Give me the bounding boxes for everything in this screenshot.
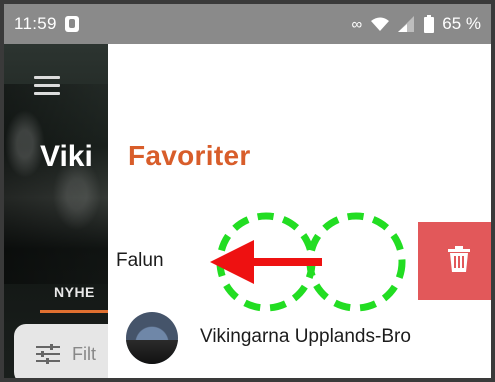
tab-news[interactable]: NYHE	[54, 284, 95, 300]
favorites-drawer: Favoriter Falun Vikingarna Upplands-Bro	[108, 44, 491, 378]
delete-button[interactable]	[418, 222, 491, 300]
battery-icon	[424, 15, 435, 33]
club-avatar	[126, 312, 178, 364]
favorite-item-vikingarna[interactable]: Vikingarna Upplands-Bro	[108, 304, 491, 374]
filter-label: Filt	[72, 344, 96, 364]
battery-percentage: 65 %	[442, 14, 481, 33]
favorite-item-falun[interactable]: Falun	[108, 222, 491, 302]
tab-indicator	[40, 310, 108, 313]
signal-icon	[398, 16, 416, 32]
favorite-label: Vikingarna Upplands-Bro	[200, 326, 411, 347]
status-bar: 11:59 ∞ 65 %	[4, 4, 491, 44]
link-icon: ∞	[351, 15, 363, 33]
favorite-label: Falun	[116, 250, 164, 271]
trash-icon	[448, 245, 470, 277]
wifi-icon	[370, 16, 390, 32]
menu-icon[interactable]	[34, 76, 60, 95]
status-icons: ∞ 65 %	[352, 14, 481, 34]
filter-button[interactable]: Filt	[14, 324, 108, 378]
phone-screen: 11:59 ∞ 65 % Viki NYHE Filt Favoriter Fa…	[0, 0, 495, 382]
notification-app-icon	[64, 16, 79, 32]
status-time: 11:59	[14, 14, 57, 33]
header-photo	[4, 84, 108, 284]
app-title: Viki	[40, 140, 93, 173]
filter-sliders-icon	[36, 344, 60, 369]
drawer-title: Favoriter	[128, 140, 251, 171]
background-app: Viki NYHE Filt	[4, 44, 108, 378]
